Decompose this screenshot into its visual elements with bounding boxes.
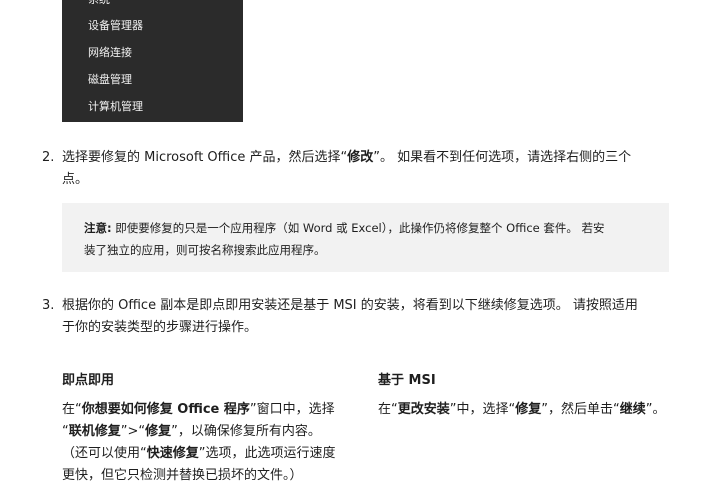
msi-repair-bold: 修复 [515, 402, 542, 417]
menu-item-network-connections: 网络连接 [88, 46, 132, 59]
c2r-repair-bold: 修复 [145, 424, 172, 439]
menu-item-device-manager: 设备管理器 [88, 19, 143, 32]
c2r-text: ”>“ [120, 424, 146, 439]
document-page: 系统 设备管理器 网络连接 磁盘管理 计算机管理 2. 选择要修复的 Micro… [0, 0, 721, 500]
step-2-modify-bold: 修改 [347, 150, 374, 165]
msi-change-install-bold: 更改安装 [397, 402, 450, 417]
c2r-text: 更快，但它只检测并替换已损坏的文件。） [62, 468, 303, 483]
note-line1: 即使要修复的只是一个应用程序（如 Word 或 Excel），此操作仍将修复整个… [111, 221, 605, 235]
step-3-number: 3. [42, 298, 55, 313]
note-box: 注意: 即使要修复的只是一个应用程序（如 Word 或 Excel），此操作仍将… [62, 203, 669, 272]
menu-item-system: 系统 [88, 0, 110, 7]
msi-text: 在“ [378, 402, 398, 417]
step-3-line1: 根据你的 Office 副本是即点即用安装还是基于 MSI 的安装，将看到以下继… [62, 298, 638, 313]
c2r-window-name-bold: 你想要如何修复 Office 程序 [81, 402, 250, 417]
step-2-number: 2. [42, 150, 55, 165]
msi-text: ”。 [645, 402, 666, 417]
click-to-run-instructions: 在“你想要如何修复 Office 程序”窗口中，选择 “联机修复”>“修复”，以… [62, 399, 362, 487]
c2r-text: ”窗口中，选择 [249, 402, 335, 417]
c2r-quick-repair-bold: 快速修复 [146, 446, 199, 461]
c2r-text: ”，以确保修复所有内容。 [171, 424, 321, 439]
c2r-text: 在“ [62, 402, 82, 417]
step-2-text-post: ”。 如果看不到任何选项，请选择右侧的三个 [373, 150, 632, 165]
note-line2: 装了独立的应用，则可按名称搜索此应用程序。 [84, 243, 326, 257]
c2r-text: ”选项，此选项运行速度 [198, 446, 336, 461]
msi-heading: 基于 MSI [378, 373, 436, 388]
c2r-text: （还可以使用“ [62, 446, 147, 461]
c2r-online-repair-bold: 联机修复 [68, 424, 121, 439]
msi-instructions: 在“更改安装”中，选择“修复”，然后单击“继续”。 [378, 399, 698, 421]
click-to-run-heading: 即点即用 [62, 373, 115, 388]
note-label: 注意: [84, 221, 112, 235]
note-text: 注意: 即使要修复的只是一个应用程序（如 Word 或 Excel），此操作仍将… [84, 217, 644, 261]
step-2-text-pre: 选择要修复的 Microsoft Office 产品，然后选择“ [62, 150, 348, 165]
menu-item-disk-management: 磁盘管理 [88, 73, 132, 86]
step-3-line2: 于你的安装类型的步骤进行操作。 [62, 320, 258, 335]
step-2-text-line2: 点。 [62, 172, 89, 187]
step-3-text: 根据你的 Office 副本是即点即用安装还是基于 MSI 的安装，将看到以下继… [62, 295, 682, 339]
context-menu-image: 系统 设备管理器 网络连接 磁盘管理 计算机管理 [62, 0, 243, 122]
msi-text: ”中，选择“ [449, 402, 516, 417]
step-2-text: 选择要修复的 Microsoft Office 产品，然后选择“修改”。 如果看… [62, 147, 682, 191]
menu-item-computer-management: 计算机管理 [88, 100, 143, 113]
msi-continue-bold: 继续 [619, 402, 646, 417]
msi-text: ”，然后单击“ [541, 402, 620, 417]
c2r-text: “ [62, 424, 69, 439]
